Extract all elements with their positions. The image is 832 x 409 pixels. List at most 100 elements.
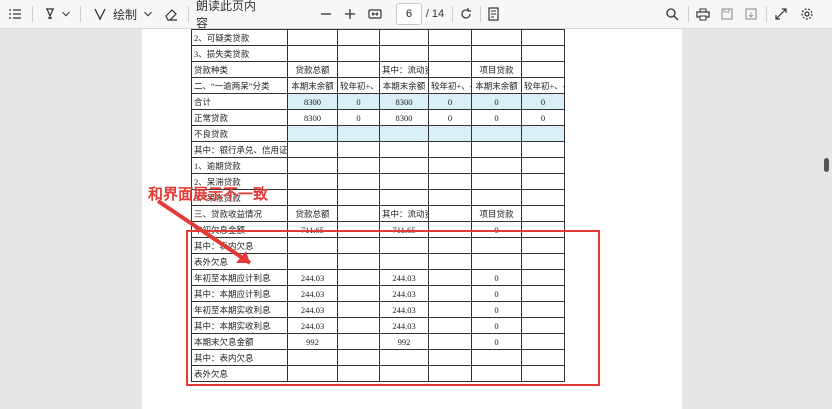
- value-cell: [428, 125, 472, 142]
- page-number-input[interactable]: 6: [396, 3, 422, 25]
- value-cell: [337, 141, 380, 158]
- value-cell: [471, 45, 522, 62]
- value-cell: [428, 45, 472, 62]
- value-cell: [428, 61, 472, 78]
- value-cell: [521, 125, 565, 142]
- value-cell: [337, 173, 380, 190]
- draw-icon[interactable]: [92, 4, 108, 24]
- value-cell: [337, 205, 380, 222]
- page-view-icon[interactable]: [486, 4, 502, 24]
- value-cell: [379, 125, 429, 142]
- value-cell: 较年初+、-额: [521, 77, 565, 94]
- row-label-cell: 贷款种类: [191, 61, 288, 78]
- row-label-cell: 不良贷款: [191, 125, 288, 142]
- row-label-cell: 1、逾期贷款: [191, 157, 288, 174]
- table-row: 3、损失类贷款: [191, 45, 565, 62]
- fit-page-icon[interactable]: [366, 4, 384, 24]
- value-cell: [428, 173, 472, 190]
- zoom-in-icon[interactable]: [342, 4, 358, 24]
- rotate-icon[interactable]: [458, 4, 474, 24]
- print-icon[interactable]: [694, 4, 712, 24]
- value-cell: 0: [521, 93, 565, 110]
- save-as-icon[interactable]: [742, 4, 760, 24]
- value-cell: 本期末余额: [287, 77, 338, 94]
- settings-icon[interactable]: [798, 4, 816, 24]
- value-cell: [428, 157, 472, 174]
- search-icon[interactable]: [664, 4, 680, 24]
- value-cell: [337, 157, 380, 174]
- chevron-down-icon[interactable]: [60, 4, 72, 24]
- row-label-cell: 二、“一逾两呆”分类: [191, 77, 288, 94]
- table-row: 不良贷款: [191, 125, 565, 142]
- contents-icon[interactable]: [6, 4, 24, 24]
- value-cell: [379, 157, 429, 174]
- value-cell: [337, 45, 380, 62]
- value-cell: [428, 205, 472, 222]
- value-cell: 本期末余额: [379, 77, 429, 94]
- value-cell: 0: [337, 93, 380, 110]
- value-cell: [287, 173, 338, 190]
- read-aloud-button[interactable]: 朗读此页内容: [196, 0, 258, 30]
- value-cell: 0: [428, 109, 472, 126]
- value-cell: 8300: [287, 109, 338, 126]
- value-cell: 其中：流动资金: [379, 205, 429, 222]
- chevron-down-icon[interactable]: [142, 4, 154, 24]
- zoom-out-icon[interactable]: [318, 4, 334, 24]
- value-cell: 0: [428, 93, 472, 110]
- value-cell: [379, 29, 429, 46]
- value-cell: [379, 141, 429, 158]
- value-cell: [471, 141, 522, 158]
- value-cell: 本期末余额: [471, 77, 522, 94]
- value-cell: [337, 189, 380, 206]
- value-cell: [428, 141, 472, 158]
- value-cell: 项目贷款: [471, 61, 522, 78]
- vertical-scrollbar[interactable]: [821, 29, 832, 409]
- scrollbar-thumb[interactable]: [824, 158, 829, 172]
- value-cell: 8300: [287, 93, 338, 110]
- value-cell: 0: [521, 109, 565, 126]
- value-cell: [471, 173, 522, 190]
- draw-label[interactable]: 绘制: [112, 4, 138, 24]
- value-cell: [428, 29, 472, 46]
- value-cell: [287, 141, 338, 158]
- table-row: 贷款种类贷款总额 其中：流动资金 项目贷款: [191, 61, 565, 78]
- value-cell: 较年初+、-额: [428, 77, 472, 94]
- value-cell: [521, 45, 565, 62]
- value-cell: [337, 125, 380, 142]
- row-label-cell: 合计: [191, 93, 288, 110]
- table-row: 其中：银行承兑、信用证、保函垫付额: [191, 141, 565, 158]
- value-cell: [471, 125, 522, 142]
- value-cell: [379, 189, 429, 206]
- row-label-cell: 其中：银行承兑、信用证、保函垫付额: [191, 141, 288, 158]
- value-cell: [521, 157, 565, 174]
- table-row: 正常贷款 8300 0 8300 0 0 0: [191, 109, 565, 126]
- value-cell: [337, 29, 380, 46]
- save-icon[interactable]: [718, 4, 736, 24]
- value-cell: 其中：流动资金: [379, 61, 429, 78]
- value-cell: [287, 29, 338, 46]
- value-cell: [521, 61, 565, 78]
- value-cell: [337, 61, 380, 78]
- value-cell: [287, 189, 338, 206]
- value-cell: [287, 125, 338, 142]
- value-cell: [471, 157, 522, 174]
- table-row: 1、逾期贷款: [191, 157, 565, 174]
- value-cell: [379, 45, 429, 62]
- value-cell: [471, 189, 522, 206]
- value-cell: [521, 29, 565, 46]
- value-cell: [287, 157, 338, 174]
- value-cell: 8300: [379, 109, 429, 126]
- eraser-icon[interactable]: [162, 4, 180, 24]
- table-row: 2、可疑类贷款: [191, 29, 565, 46]
- annotation-text: 和界面展示不一致: [148, 185, 269, 203]
- value-cell: [521, 173, 565, 190]
- value-cell: 较年初+、-额: [337, 77, 380, 94]
- table-row: 二、“一逾两呆”分类本期末余额较年初+、-额本期末余额较年初+、-额本期末余额较…: [191, 77, 565, 94]
- value-cell: 8300: [379, 93, 429, 110]
- value-cell: 项目贷款: [471, 205, 522, 222]
- highlight-icon[interactable]: [42, 4, 58, 24]
- row-label-cell: 正常贷款: [191, 109, 288, 126]
- fullscreen-icon[interactable]: [772, 4, 790, 24]
- value-cell: 0: [471, 93, 522, 110]
- page-total: / 14: [425, 8, 445, 20]
